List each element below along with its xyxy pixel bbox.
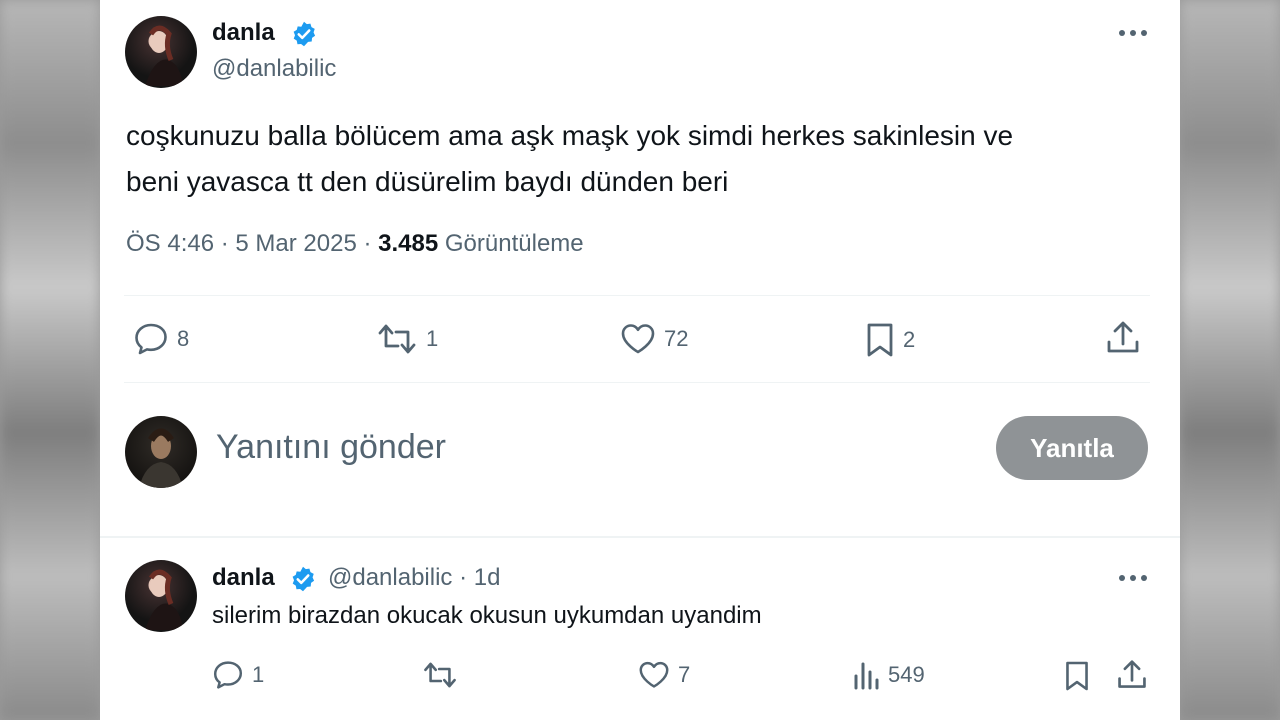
views-icon bbox=[854, 662, 879, 690]
repost-icon bbox=[424, 662, 456, 688]
tweet-text-line-2: beni yavasca tt den düsürelim baydı dünd… bbox=[126, 166, 729, 197]
reply-text: silerim birazdan okucak okusun uykumdan … bbox=[212, 602, 762, 629]
meta-separator: · bbox=[363, 230, 372, 257]
reply-reply-action[interactable]: 1 bbox=[212, 660, 264, 690]
reply-count: 8 bbox=[177, 326, 190, 351]
bookmark-icon bbox=[1066, 661, 1088, 691]
reply-author-avatar[interactable] bbox=[125, 560, 197, 632]
bookmark-count: 2 bbox=[903, 327, 916, 352]
blurred-background-left bbox=[0, 0, 100, 720]
repost-count: 1 bbox=[426, 326, 439, 351]
more-icon[interactable] bbox=[1118, 573, 1148, 583]
reply-age[interactable]: · 1d bbox=[459, 564, 500, 591]
verified-badge-icon bbox=[293, 21, 316, 47]
reply-views-action[interactable]: 549 bbox=[852, 660, 925, 690]
reply-like-action[interactable]: 7 bbox=[638, 660, 690, 690]
view-count: 3.485 bbox=[378, 230, 439, 257]
reply-handle[interactable]: @danlabilic bbox=[328, 564, 452, 591]
view-label: Görüntüleme bbox=[444, 230, 584, 257]
tweet-date[interactable]: 5 Mar 2025 bbox=[235, 230, 356, 257]
like-icon bbox=[621, 324, 655, 354]
repost-icon bbox=[378, 324, 416, 354]
like-action[interactable]: 72 bbox=[620, 322, 688, 356]
meta-separator: · bbox=[220, 230, 229, 257]
tweet-time[interactable]: ÖS 4:46 bbox=[126, 230, 214, 257]
blurred-background-right bbox=[1180, 0, 1280, 720]
tweet-meta: ÖS 4:46 · 5 Mar 2025 · 3.485 Görüntüleme bbox=[126, 230, 584, 258]
author-avatar[interactable] bbox=[125, 16, 197, 88]
tweet-card: danla @danlabilic coşkunuzu balla bölüce… bbox=[100, 0, 1180, 720]
current-user-avatar[interactable] bbox=[125, 416, 197, 488]
share-icon bbox=[1107, 321, 1139, 353]
bookmark-action[interactable]: 2 bbox=[865, 322, 915, 358]
share-action[interactable] bbox=[1105, 320, 1141, 356]
reply-like-count: 7 bbox=[678, 662, 691, 687]
repost-action[interactable]: 1 bbox=[376, 322, 438, 356]
reply-action[interactable]: 8 bbox=[133, 322, 189, 356]
divider-bottom bbox=[124, 382, 1150, 383]
reply-reply-count: 1 bbox=[252, 662, 265, 687]
reply-icon bbox=[135, 323, 167, 355]
reply-bookmark-action[interactable] bbox=[1064, 660, 1090, 692]
tweet-text: coşkunuzu balla bölücem ama aşk maşk yok… bbox=[126, 113, 1146, 205]
reply-author-name[interactable]: danla bbox=[212, 564, 275, 592]
like-icon bbox=[639, 661, 669, 688]
reply-repost-action[interactable] bbox=[422, 660, 458, 690]
reply-button[interactable]: Yanıtla bbox=[996, 416, 1148, 480]
author-handle[interactable]: @danlabilic bbox=[212, 55, 336, 83]
reply-icon bbox=[213, 661, 243, 689]
like-count: 72 bbox=[664, 326, 689, 351]
share-icon bbox=[1118, 660, 1146, 688]
reply-author-handle: @danlabilic · 1d bbox=[328, 564, 500, 592]
verified-badge-icon bbox=[292, 566, 315, 592]
reply-view-count: 549 bbox=[888, 662, 925, 687]
bookmark-icon bbox=[867, 323, 893, 357]
section-separator bbox=[100, 536, 1180, 538]
reply-input[interactable]: Yanıtını gönder bbox=[216, 428, 446, 467]
divider-top bbox=[124, 295, 1150, 296]
reply-share-action[interactable] bbox=[1116, 659, 1148, 691]
more-icon[interactable] bbox=[1118, 28, 1148, 38]
tweet-text-line-1: coşkunuzu balla bölücem ama aşk maşk yok… bbox=[126, 120, 1014, 151]
author-name[interactable]: danla bbox=[212, 19, 275, 47]
